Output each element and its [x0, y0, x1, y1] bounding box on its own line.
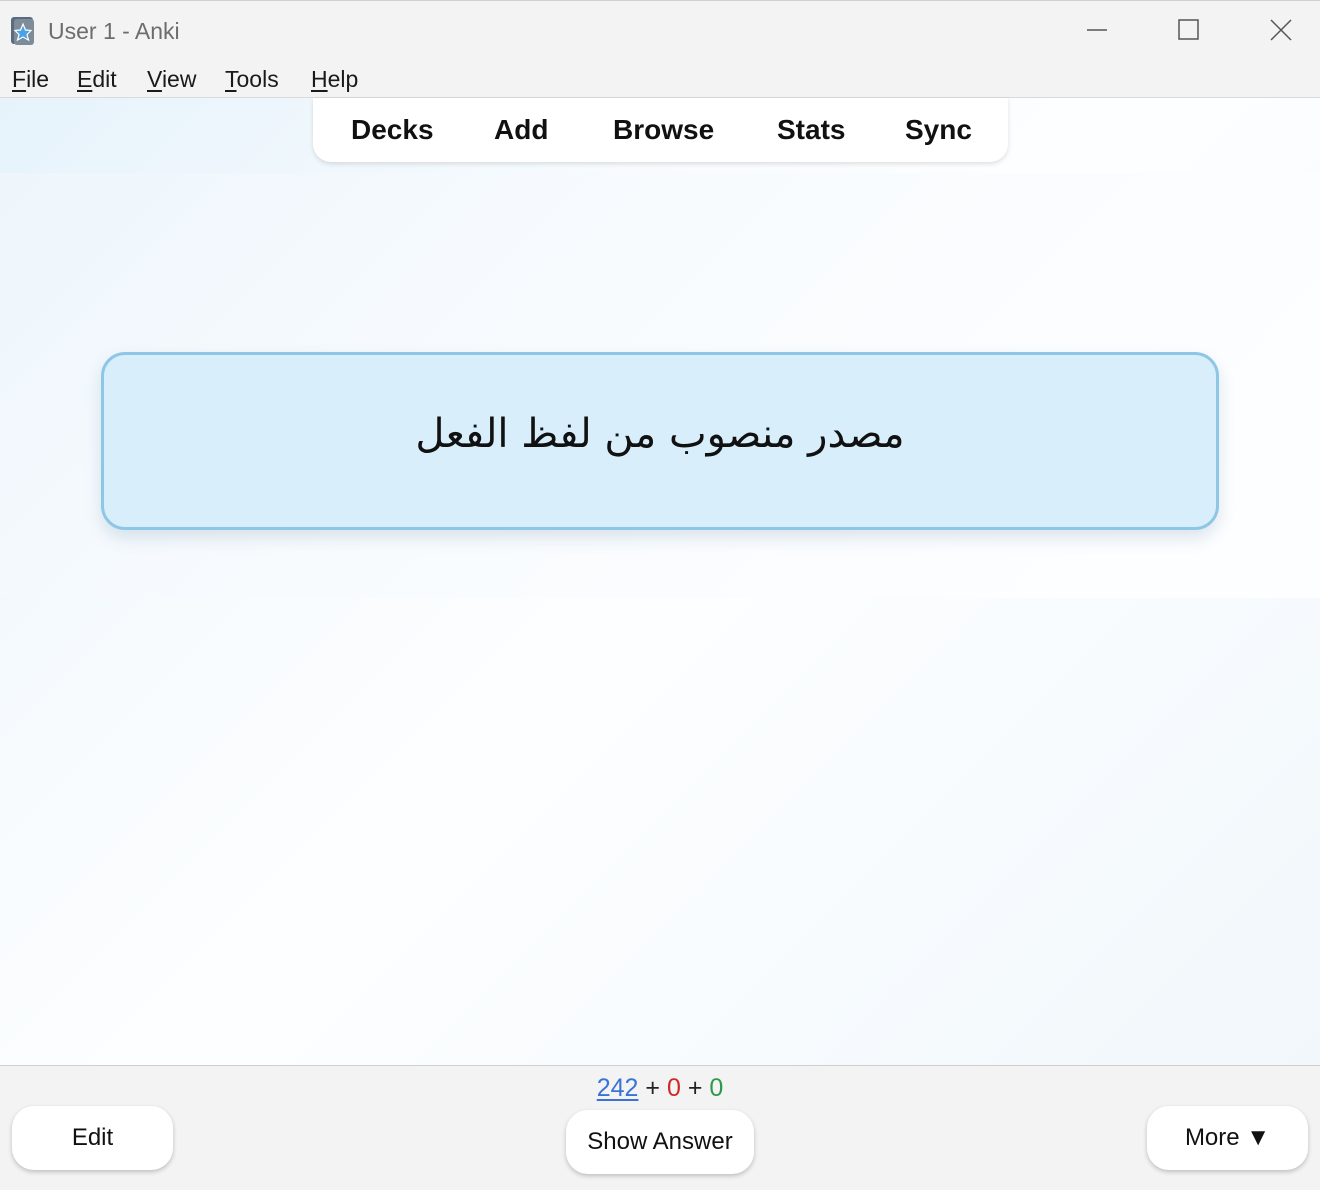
top-toolbar: Decks Add Browse Stats Sync: [313, 98, 1008, 162]
review-area: Decks Add Browse Stats Sync مصدر منصوب م…: [0, 98, 1320, 1065]
tab-stats[interactable]: Stats: [777, 114, 845, 146]
count-separator: +: [645, 1074, 660, 1102]
menu-help[interactable]: Help: [311, 66, 358, 93]
more-button[interactable]: More ▼: [1147, 1106, 1308, 1170]
minimize-button[interactable]: [1050, 1, 1142, 59]
edit-button[interactable]: Edit: [12, 1106, 173, 1170]
bottom-bar: 242 + 0 + 0 Edit Show Answer More ▼: [0, 1065, 1320, 1190]
title-bar: User 1 - Anki: [0, 0, 1320, 58]
anki-app-icon[interactable]: [10, 16, 36, 46]
show-answer-button[interactable]: Show Answer: [566, 1110, 754, 1174]
maximize-button[interactable]: [1142, 1, 1234, 59]
card-front-text: مصدر منصوب من لفظ الفعل: [415, 411, 905, 457]
menu-tools[interactable]: Tools: [225, 66, 279, 93]
flashcard-front: مصدر منصوب من لفظ الفعل: [101, 352, 1219, 530]
tab-add[interactable]: Add: [494, 114, 548, 146]
menu-edit[interactable]: Edit: [77, 66, 117, 93]
tab-decks[interactable]: Decks: [351, 114, 434, 146]
count-separator: +: [687, 1074, 703, 1102]
close-icon: [1270, 19, 1292, 41]
due-counts: 242 + 0 + 0: [0, 1074, 1320, 1103]
tab-browse[interactable]: Browse: [613, 114, 714, 146]
menu-file[interactable]: File: [12, 66, 49, 93]
menu-bar: File Edit View Tools Help: [0, 58, 1320, 98]
new-count[interactable]: 242: [597, 1074, 639, 1102]
maximize-icon: [1178, 19, 1199, 40]
minimize-icon: [1087, 29, 1107, 31]
menu-view[interactable]: View: [147, 66, 196, 93]
learning-count: 0: [666, 1074, 681, 1102]
tab-sync[interactable]: Sync: [905, 114, 972, 146]
window-title: User 1 - Anki: [48, 18, 180, 44]
review-count: 0: [709, 1074, 724, 1102]
close-button[interactable]: [1234, 1, 1320, 59]
